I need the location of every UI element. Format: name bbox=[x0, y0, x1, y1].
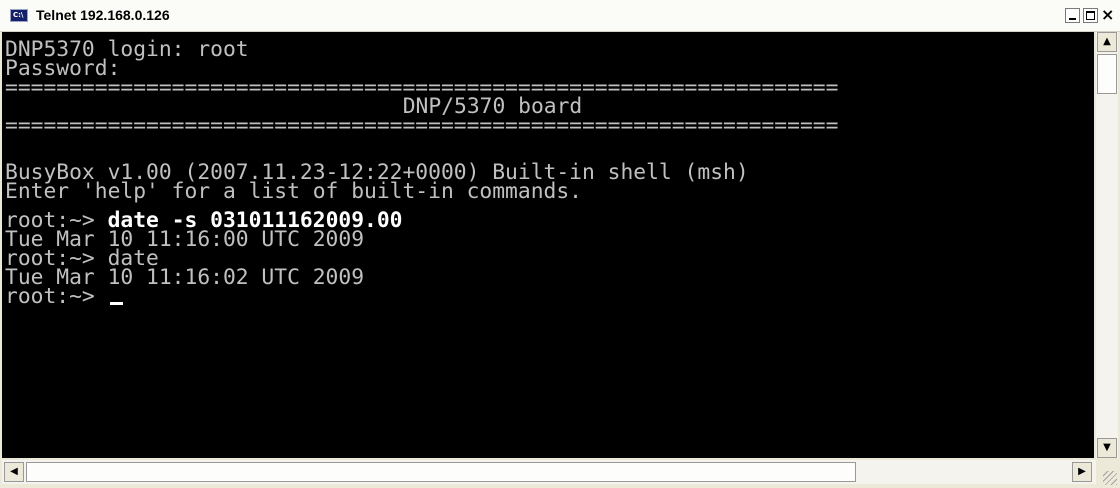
horizontal-scroll-thumb[interactable] bbox=[26, 462, 856, 482]
window-title: Telnet 192.168.0.126 bbox=[36, 7, 170, 23]
terminal-line: ========================================… bbox=[5, 113, 839, 138]
resize-grip[interactable] bbox=[1096, 460, 1120, 488]
text-cursor bbox=[109, 302, 123, 305]
scroll-up-button[interactable]: ▲ bbox=[1097, 32, 1117, 52]
terminal-line: Tue Mar 10 11:16:02 UTC 2009 bbox=[5, 265, 365, 290]
title-bar[interactable]: C:\ Telnet 192.168.0.126 × bbox=[0, 0, 1120, 32]
minimize-icon bbox=[1069, 18, 1076, 20]
maximize-button[interactable] bbox=[1083, 8, 1098, 23]
console-icon: C:\ bbox=[10, 9, 28, 22]
minimize-button[interactable] bbox=[1065, 8, 1080, 23]
scroll-left-button[interactable]: ◀ bbox=[4, 462, 24, 482]
terminal-line: Enter 'help' for a list of built-in comm… bbox=[5, 179, 582, 204]
horizontal-scrollbar[interactable]: ◀ ▶ bbox=[2, 460, 1096, 484]
resize-grip-icon bbox=[1103, 471, 1117, 485]
scroll-right-button[interactable]: ▶ bbox=[1072, 462, 1092, 482]
close-button[interactable]: × bbox=[1101, 5, 1116, 24]
vertical-scroll-thumb[interactable] bbox=[1097, 54, 1117, 94]
vertical-scrollbar[interactable]: ▲ ▼ bbox=[1096, 32, 1118, 458]
blank-line bbox=[5, 135, 980, 163]
terminal-screen[interactable]: DNP5370 login: root Password: ==========… bbox=[2, 32, 1094, 458]
maximize-icon bbox=[1086, 11, 1095, 20]
scroll-down-button[interactable]: ▼ bbox=[1097, 438, 1117, 458]
shell-prompt: root:~> bbox=[5, 284, 95, 309]
terminal-line: DNP5370 login: root bbox=[5, 37, 249, 62]
telnet-window: C:\ Telnet 192.168.0.126 × DNP5370 login… bbox=[0, 0, 1120, 488]
close-icon: × bbox=[1101, 5, 1115, 24]
terminal-output: DNP5370 login: root Password: ==========… bbox=[5, 37, 980, 309]
